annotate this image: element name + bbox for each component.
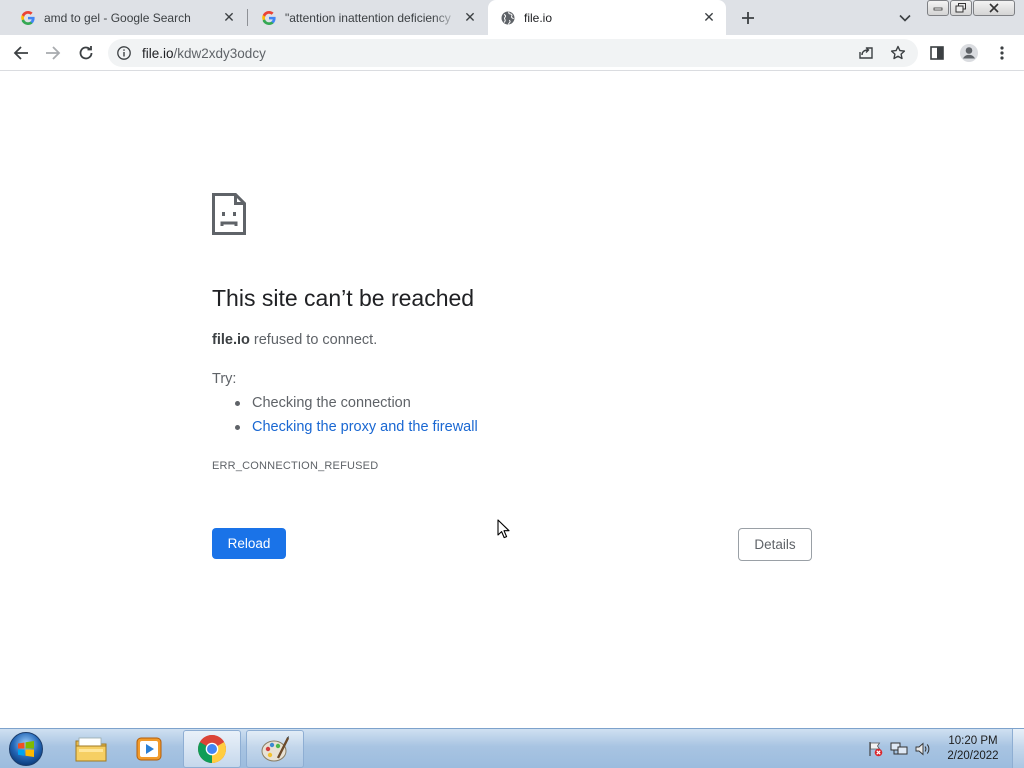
- page-title: This site can’t be reached: [212, 285, 475, 311]
- google-g-icon: [261, 10, 277, 26]
- action-center-flag-icon[interactable]: [866, 740, 884, 758]
- address-bar[interactable]: file.io/kdw2xdy3odcy: [108, 39, 918, 67]
- tab-separator: [247, 9, 248, 26]
- error-message: refused to connect.: [249, 332, 378, 348]
- chrome-icon[interactable]: [183, 730, 241, 768]
- suggestion-item: Checking the connection: [235, 395, 478, 419]
- volume-icon[interactable]: [914, 740, 932, 758]
- network-icon[interactable]: [890, 740, 908, 758]
- tab-title: file.io: [524, 10, 553, 25]
- window-controls: [927, 0, 1015, 16]
- avatar-icon[interactable]: [955, 39, 983, 67]
- arrow-left-icon[interactable]: [7, 39, 35, 67]
- restore-icon[interactable]: [950, 0, 972, 16]
- side-panel-icon[interactable]: [923, 39, 951, 67]
- details-button[interactable]: Details: [738, 528, 812, 561]
- close-tab-icon[interactable]: ✕: [698, 7, 720, 29]
- tab-title: "attention inattention deficiency: [285, 10, 451, 25]
- close-tab-icon[interactable]: ✕: [218, 7, 240, 29]
- error-page: This site can’t be reached file.io refus…: [0, 72, 1024, 728]
- error-description: file.io refused to connect.: [212, 332, 377, 348]
- plus-icon[interactable]: [735, 5, 761, 31]
- google-g-icon: [20, 10, 36, 26]
- tab-google-search-amd[interactable]: amd to gel - Google Search ✕: [8, 0, 246, 35]
- try-label: Try:: [212, 371, 237, 387]
- url-text: file.io/kdw2xdy3odcy: [142, 46, 266, 61]
- show-desktop-button[interactable]: [1012, 729, 1024, 768]
- url-path: /kdw2xdy3odcy: [173, 46, 266, 61]
- paint-icon[interactable]: [246, 730, 304, 768]
- info-icon[interactable]: [116, 45, 132, 61]
- error-code: ERR_CONNECTION_REFUSED: [212, 460, 379, 472]
- reload-icon[interactable]: [72, 39, 100, 67]
- chevron-down-icon[interactable]: [893, 7, 917, 29]
- browser-toolbar: file.io/kdw2xdy3odcy: [0, 35, 1024, 71]
- sad-document-icon: [212, 193, 246, 235]
- suggestion-list: Checking the connection Checking the pro…: [235, 395, 478, 443]
- star-icon[interactable]: [884, 39, 912, 67]
- file-explorer-icon[interactable]: [62, 730, 120, 768]
- error-host: file.io: [212, 332, 250, 348]
- clock-time: 10:20 PM: [948, 735, 998, 747]
- reload-button[interactable]: Reload: [212, 528, 286, 559]
- mouse-cursor-icon: [497, 519, 511, 539]
- windows-taskbar: 10:20 PM 2/20/2022: [0, 728, 1024, 768]
- suggestion-link-proxy-firewall[interactable]: Checking the proxy and the firewall: [235, 419, 478, 443]
- share-icon[interactable]: [852, 39, 880, 67]
- clock-date: 2/20/2022: [947, 750, 999, 762]
- taskbar-clock[interactable]: 10:20 PM 2/20/2022: [940, 734, 1006, 764]
- arrow-right-icon[interactable]: [39, 39, 67, 67]
- tab-attention-search[interactable]: "attention inattention deficiency ✕: [249, 0, 487, 35]
- tab-file-io[interactable]: file.io ✕: [488, 0, 726, 35]
- globe-icon: [500, 10, 516, 26]
- kebab-menu-icon[interactable]: [988, 39, 1016, 67]
- close-window-icon[interactable]: [973, 0, 1015, 16]
- system-tray: [866, 729, 932, 768]
- media-player-icon[interactable]: [120, 730, 178, 768]
- tab-strip: amd to gel - Google Search ✕ "attention …: [0, 0, 1024, 35]
- start-orb-icon[interactable]: [6, 730, 46, 768]
- minimize-icon[interactable]: [927, 0, 949, 16]
- close-tab-icon[interactable]: ✕: [459, 7, 481, 29]
- url-host: file.io: [142, 46, 174, 61]
- tab-title: amd to gel - Google Search: [44, 10, 191, 25]
